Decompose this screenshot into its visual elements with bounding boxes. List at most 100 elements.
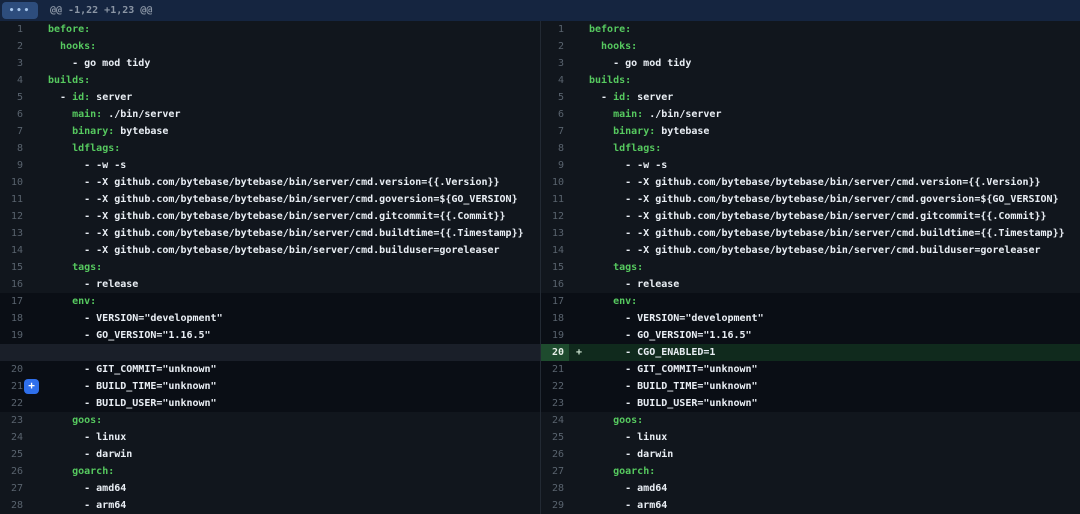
line-number[interactable]: 2 <box>0 38 28 55</box>
line-number[interactable]: 12 <box>541 208 569 225</box>
line-number[interactable]: 19 <box>541 327 569 344</box>
diff-row: 11 - -X github.com/bytebase/bytebase/bin… <box>541 191 1080 208</box>
code-line: binary: bytebase <box>48 123 540 140</box>
diff-row: 5 - id: server <box>0 89 540 106</box>
line-number[interactable]: 23 <box>0 412 28 429</box>
code-line: - release <box>48 276 540 293</box>
line-number[interactable]: 25 <box>541 429 569 446</box>
line-number[interactable]: 25 <box>0 446 28 463</box>
code-line: before: <box>48 21 540 38</box>
line-number[interactable]: 2 <box>541 38 569 55</box>
line-number[interactable]: 14 <box>0 242 28 259</box>
diff-marker <box>569 140 589 157</box>
diff-marker <box>28 327 48 344</box>
line-number[interactable]: 13 <box>541 225 569 242</box>
line-number[interactable]: 3 <box>0 55 28 72</box>
line-number[interactable]: 21 <box>541 361 569 378</box>
expand-hunk-button[interactable]: ••• <box>2 2 38 19</box>
diff-marker <box>569 293 589 310</box>
diff-row: 7 binary: bytebase <box>541 123 1080 140</box>
diff-row: 19 - GO_VERSION="1.16.5" <box>541 327 1080 344</box>
line-number[interactable]: 26 <box>541 446 569 463</box>
diff-row: 28 - amd64 <box>541 480 1080 497</box>
line-number[interactable]: 5 <box>541 89 569 106</box>
line-number[interactable]: 22 <box>541 378 569 395</box>
line-number[interactable]: 11 <box>541 191 569 208</box>
line-number[interactable]: 9 <box>541 157 569 174</box>
line-number[interactable]: 6 <box>541 106 569 123</box>
line-number[interactable]: 27 <box>541 463 569 480</box>
line-number[interactable]: 17 <box>541 293 569 310</box>
code-line: goos: <box>48 412 540 429</box>
line-number[interactable]: 9 <box>0 157 28 174</box>
add-comment-button[interactable]: + <box>24 379 39 394</box>
code-line: - CGO_ENABLED=1 <box>589 344 1080 361</box>
diff-marker <box>569 106 589 123</box>
line-number[interactable]: 11 <box>0 191 28 208</box>
line-number[interactable]: 28 <box>0 497 28 514</box>
line-number[interactable]: 6 <box>0 106 28 123</box>
line-number[interactable]: 3 <box>541 55 569 72</box>
diff-row: 8 ldflags: <box>541 140 1080 157</box>
code-line: goos: <box>589 412 1080 429</box>
line-number[interactable]: 29 <box>541 497 569 514</box>
diff-row: 21+ - BUILD_TIME="unknown" <box>0 378 540 395</box>
diff-marker <box>569 21 589 38</box>
code-line: tags: <box>589 259 1080 276</box>
line-number[interactable]: 8 <box>541 140 569 157</box>
line-number[interactable]: 24 <box>0 429 28 446</box>
diff-row: 22 - BUILD_USER="unknown" <box>0 395 540 412</box>
line-number[interactable]: 15 <box>0 259 28 276</box>
line-number[interactable]: 18 <box>541 310 569 327</box>
line-number[interactable]: 26 <box>0 463 28 480</box>
line-number[interactable]: 16 <box>541 276 569 293</box>
diff-marker <box>28 463 48 480</box>
code-line: - amd64 <box>589 480 1080 497</box>
line-number[interactable]: 12 <box>0 208 28 225</box>
line-number[interactable]: 5 <box>0 89 28 106</box>
line-number[interactable]: 10 <box>541 174 569 191</box>
diff-row: 14 - -X github.com/bytebase/bytebase/bin… <box>541 242 1080 259</box>
line-number[interactable]: 10 <box>0 174 28 191</box>
line-number[interactable]: 20 <box>541 344 569 361</box>
diff-row: 15 tags: <box>0 259 540 276</box>
diff-marker <box>28 106 48 123</box>
line-number[interactable]: 28 <box>541 480 569 497</box>
line-number[interactable]: 7 <box>541 123 569 140</box>
diff-row: 20 - GIT_COMMIT="unknown" <box>0 361 540 378</box>
line-number[interactable]: 27 <box>0 480 28 497</box>
diff-row: 27 - amd64 <box>0 480 540 497</box>
line-number[interactable]: 19 <box>0 327 28 344</box>
line-number[interactable]: 24 <box>541 412 569 429</box>
diff-marker <box>28 123 48 140</box>
line-number[interactable]: 15 <box>541 259 569 276</box>
diff-marker <box>569 327 589 344</box>
line-number[interactable]: 13 <box>0 225 28 242</box>
line-number[interactable]: 17 <box>0 293 28 310</box>
line-number[interactable]: 23 <box>541 395 569 412</box>
line-number[interactable]: 14 <box>541 242 569 259</box>
code-line: goarch: <box>48 463 540 480</box>
line-number[interactable]: 4 <box>0 72 28 89</box>
diff-marker <box>28 395 48 412</box>
diff-marker <box>28 21 48 38</box>
line-number[interactable]: 20 <box>0 361 28 378</box>
line-number[interactable]: 7 <box>0 123 28 140</box>
code-line: - linux <box>589 429 1080 446</box>
line-number[interactable]: 18 <box>0 310 28 327</box>
line-number[interactable]: 22 <box>0 395 28 412</box>
diff-row: 4builds: <box>541 72 1080 89</box>
diff-marker <box>28 344 48 361</box>
code-line: - BUILD_USER="unknown" <box>589 395 1080 412</box>
diff-row: 23 goos: <box>0 412 540 429</box>
diff-row: 2 hooks: <box>541 38 1080 55</box>
line-number[interactable]: 16 <box>0 276 28 293</box>
line-number[interactable]: 1 <box>541 21 569 38</box>
line-number[interactable]: 1 <box>0 21 28 38</box>
diff-row: 18 - VERSION="development" <box>541 310 1080 327</box>
code-line <box>48 344 540 361</box>
diff-row: 14 - -X github.com/bytebase/bytebase/bin… <box>0 242 540 259</box>
diff-marker <box>28 429 48 446</box>
line-number[interactable]: 8 <box>0 140 28 157</box>
line-number[interactable]: 4 <box>541 72 569 89</box>
